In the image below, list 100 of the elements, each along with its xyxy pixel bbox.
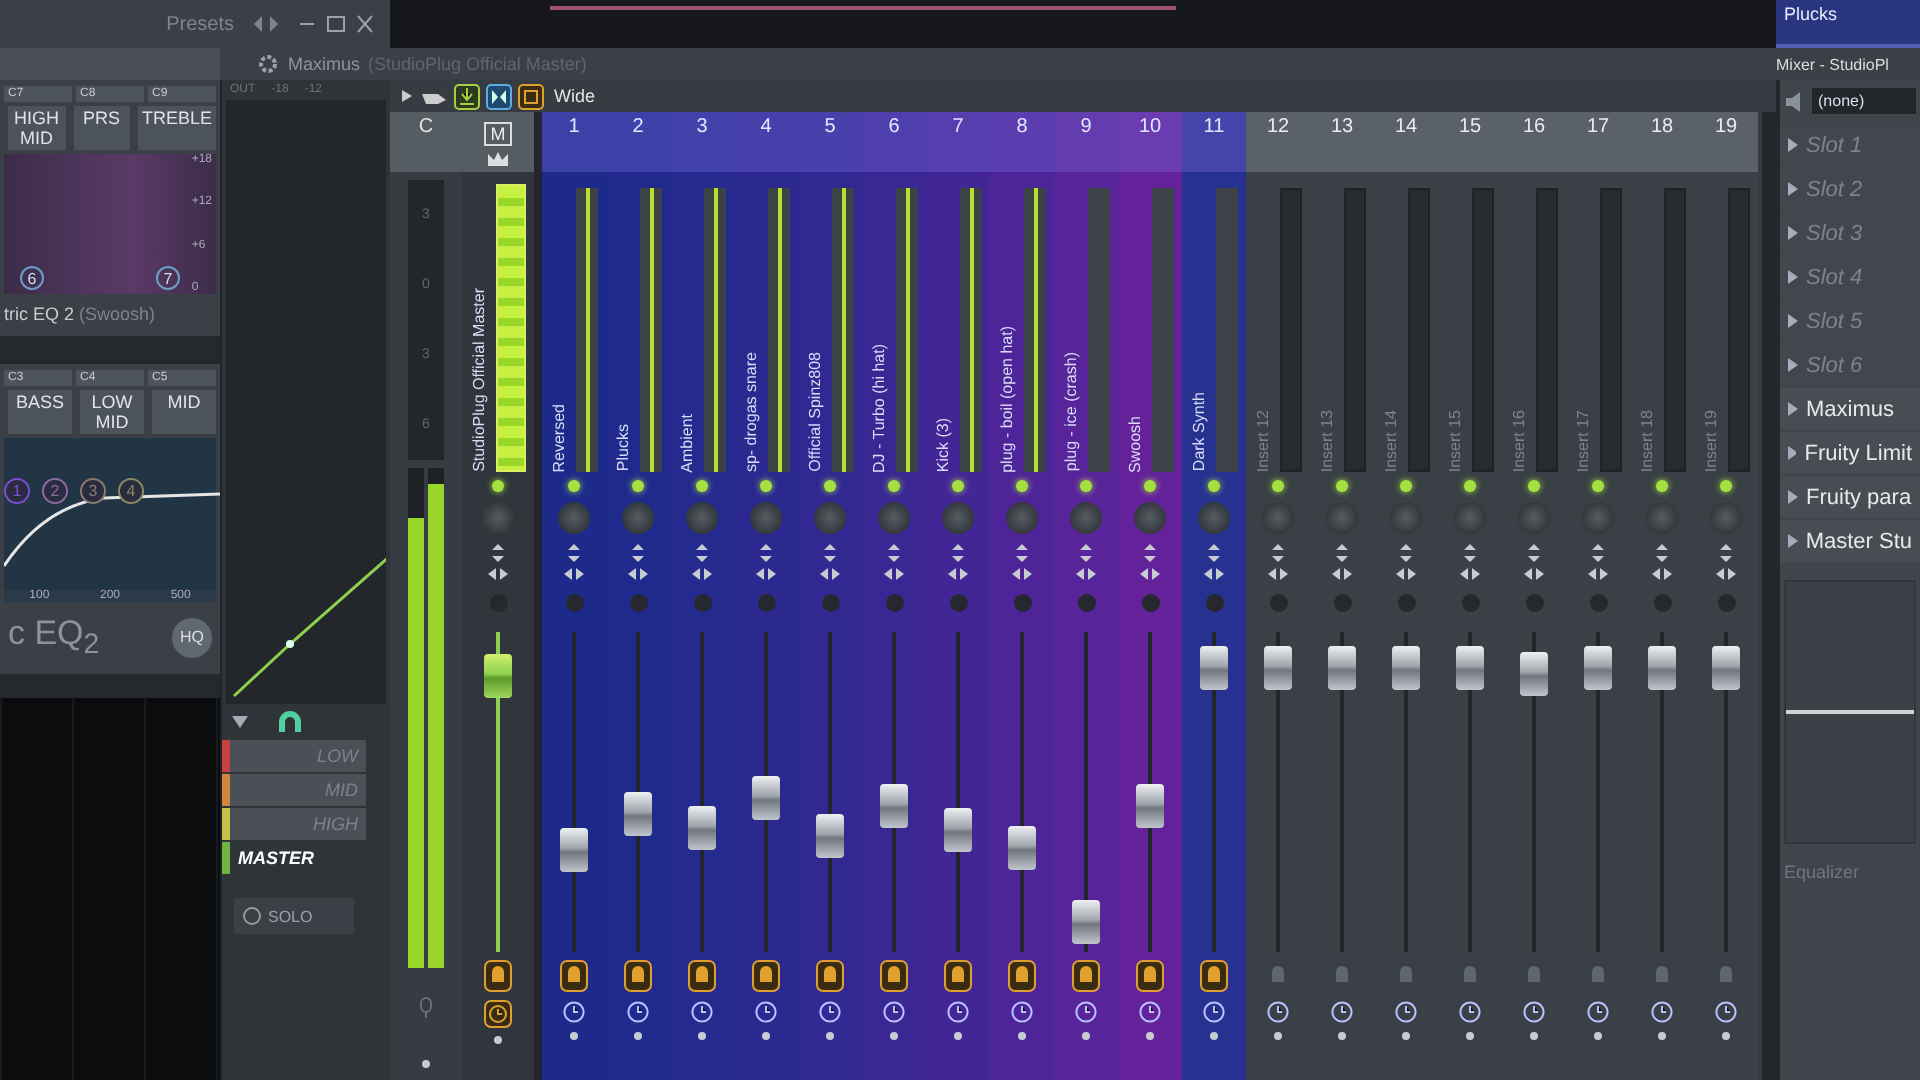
layout-label[interactable]: Wide (554, 86, 596, 106)
clock-icon[interactable] (1202, 1000, 1226, 1024)
input-icon[interactable] (454, 83, 480, 109)
stereo-arrows-icon[interactable] (1204, 544, 1224, 584)
mute-led[interactable] (1208, 480, 1220, 492)
volume-fader[interactable] (624, 792, 652, 837)
track-number[interactable]: 19 (1694, 112, 1758, 172)
clock-icon[interactable] (1586, 1000, 1610, 1024)
mute-led[interactable] (632, 480, 644, 492)
dropdown-icon[interactable] (230, 714, 250, 730)
gear-icon[interactable] (256, 52, 280, 76)
effect-slot[interactable]: Maximus (1780, 388, 1920, 430)
input-dropdown[interactable]: (none) (1812, 88, 1916, 114)
stereo-arrows-icon[interactable] (1524, 544, 1544, 584)
arrow-icons[interactable] (250, 14, 282, 34)
clock-icon[interactable] (1522, 1000, 1546, 1024)
volume-fader[interactable] (1072, 899, 1100, 944)
send-icon[interactable] (484, 960, 512, 992)
track-name[interactable]: Reversed (550, 403, 572, 472)
track-number[interactable]: 18 (1630, 112, 1694, 172)
track-name[interactable]: Swoosh (1126, 415, 1148, 472)
mute-led[interactable] (696, 480, 708, 492)
mute-led[interactable] (824, 480, 836, 492)
volume-fader[interactable] (688, 805, 716, 850)
stereo-arrows-icon[interactable] (564, 544, 584, 584)
stereo-arrows-icon[interactable] (1332, 544, 1352, 584)
track-number[interactable]: 17 (1566, 112, 1630, 172)
track-number[interactable]: 2 (606, 112, 670, 172)
band-node[interactable]: 4 (118, 478, 144, 504)
clock-icon[interactable] (946, 1000, 970, 1024)
clock-icon[interactable] (1458, 1000, 1482, 1024)
track-number[interactable]: 3 (670, 112, 734, 172)
track-name[interactable]: DJ - Turbo (hi hat) (870, 343, 892, 472)
mute-led[interactable] (1080, 480, 1092, 492)
mute-led[interactable] (888, 480, 900, 492)
master-label[interactable]: M (484, 121, 512, 145)
track-name[interactable]: StudioPlug Official Master (470, 288, 492, 472)
send-icon[interactable] (560, 960, 588, 992)
track-name[interactable]: sp- drogas snare (742, 351, 764, 472)
clock-icon[interactable] (1266, 1000, 1290, 1024)
stereo-arrows-icon[interactable] (1140, 544, 1160, 584)
mute-led[interactable] (1400, 480, 1412, 492)
volume-fader[interactable] (752, 775, 780, 820)
volume-fader[interactable] (1392, 645, 1420, 690)
clock-icon[interactable] (484, 1000, 512, 1028)
panel-icon[interactable] (518, 83, 544, 109)
clock-icon[interactable] (1010, 1000, 1034, 1024)
send-icon[interactable] (944, 960, 972, 992)
stereo-arrows-icon[interactable] (884, 544, 904, 584)
track-name[interactable]: Kick (3) (934, 417, 956, 472)
stereo-arrows-icon[interactable] (756, 544, 776, 584)
band-node[interactable]: 2 (42, 478, 68, 504)
volume-fader[interactable] (1008, 825, 1036, 870)
solo-button[interactable]: SOLO (234, 898, 354, 934)
mute-led[interactable] (492, 480, 504, 492)
clip[interactable]: Plucks (1776, 0, 1920, 48)
stereo-arrows-icon[interactable] (1460, 544, 1480, 584)
track-number[interactable]: 7 (926, 112, 990, 172)
mute-led[interactable] (1016, 480, 1028, 492)
stereo-arrows-icon[interactable] (820, 544, 840, 584)
mute-led[interactable] (1144, 480, 1156, 492)
track-number[interactable]: 4 (734, 112, 798, 172)
track-number[interactable]: 14 (1374, 112, 1438, 172)
mute-led[interactable] (1464, 480, 1476, 492)
track-number[interactable]: 12 (1246, 112, 1310, 172)
track-number[interactable]: 9 (1054, 112, 1118, 172)
track-number[interactable]: 15 (1438, 112, 1502, 172)
track-number[interactable]: 6 (862, 112, 926, 172)
track-name[interactable]: Dark Synth (1190, 392, 1212, 472)
send-icon[interactable] (880, 960, 908, 992)
stereo-arrows-icon[interactable] (1012, 544, 1032, 584)
volume-fader[interactable] (1584, 645, 1612, 690)
send-icon[interactable] (1072, 960, 1100, 992)
clock-icon[interactable] (1074, 1000, 1098, 1024)
volume-fader[interactable] (816, 814, 844, 859)
volume-fader[interactable] (560, 827, 588, 872)
send-icon[interactable] (1136, 960, 1164, 992)
send-icon[interactable] (688, 960, 716, 992)
mute-led[interactable] (1272, 480, 1284, 492)
volume-fader[interactable] (1648, 645, 1676, 690)
stereo-arrows-icon[interactable] (1268, 544, 1288, 584)
mute-led[interactable] (568, 480, 580, 492)
track-number[interactable]: 1 (542, 112, 606, 172)
volume-fader[interactable] (1456, 645, 1484, 690)
mute-led[interactable] (1720, 480, 1732, 492)
clock-icon[interactable] (1714, 1000, 1738, 1024)
track-number[interactable]: 5 (798, 112, 862, 172)
track-number[interactable]: 10 (1118, 112, 1182, 172)
send-icon[interactable] (752, 960, 780, 992)
stereo-arrows-icon[interactable] (1652, 544, 1672, 584)
clock-icon[interactable] (1330, 1000, 1354, 1024)
mute-led[interactable] (1656, 480, 1668, 492)
track-name[interactable]: plug - boil (open hat) (998, 325, 1020, 472)
hq-button[interactable]: HQ (172, 617, 212, 658)
track-number[interactable]: 13 (1310, 112, 1374, 172)
band-knob[interactable]: 7 (156, 266, 180, 290)
track-name[interactable]: Ambient (678, 413, 700, 472)
mute-led[interactable] (1336, 480, 1348, 492)
mute-led[interactable] (760, 480, 772, 492)
magnet-icon[interactable] (278, 710, 302, 734)
